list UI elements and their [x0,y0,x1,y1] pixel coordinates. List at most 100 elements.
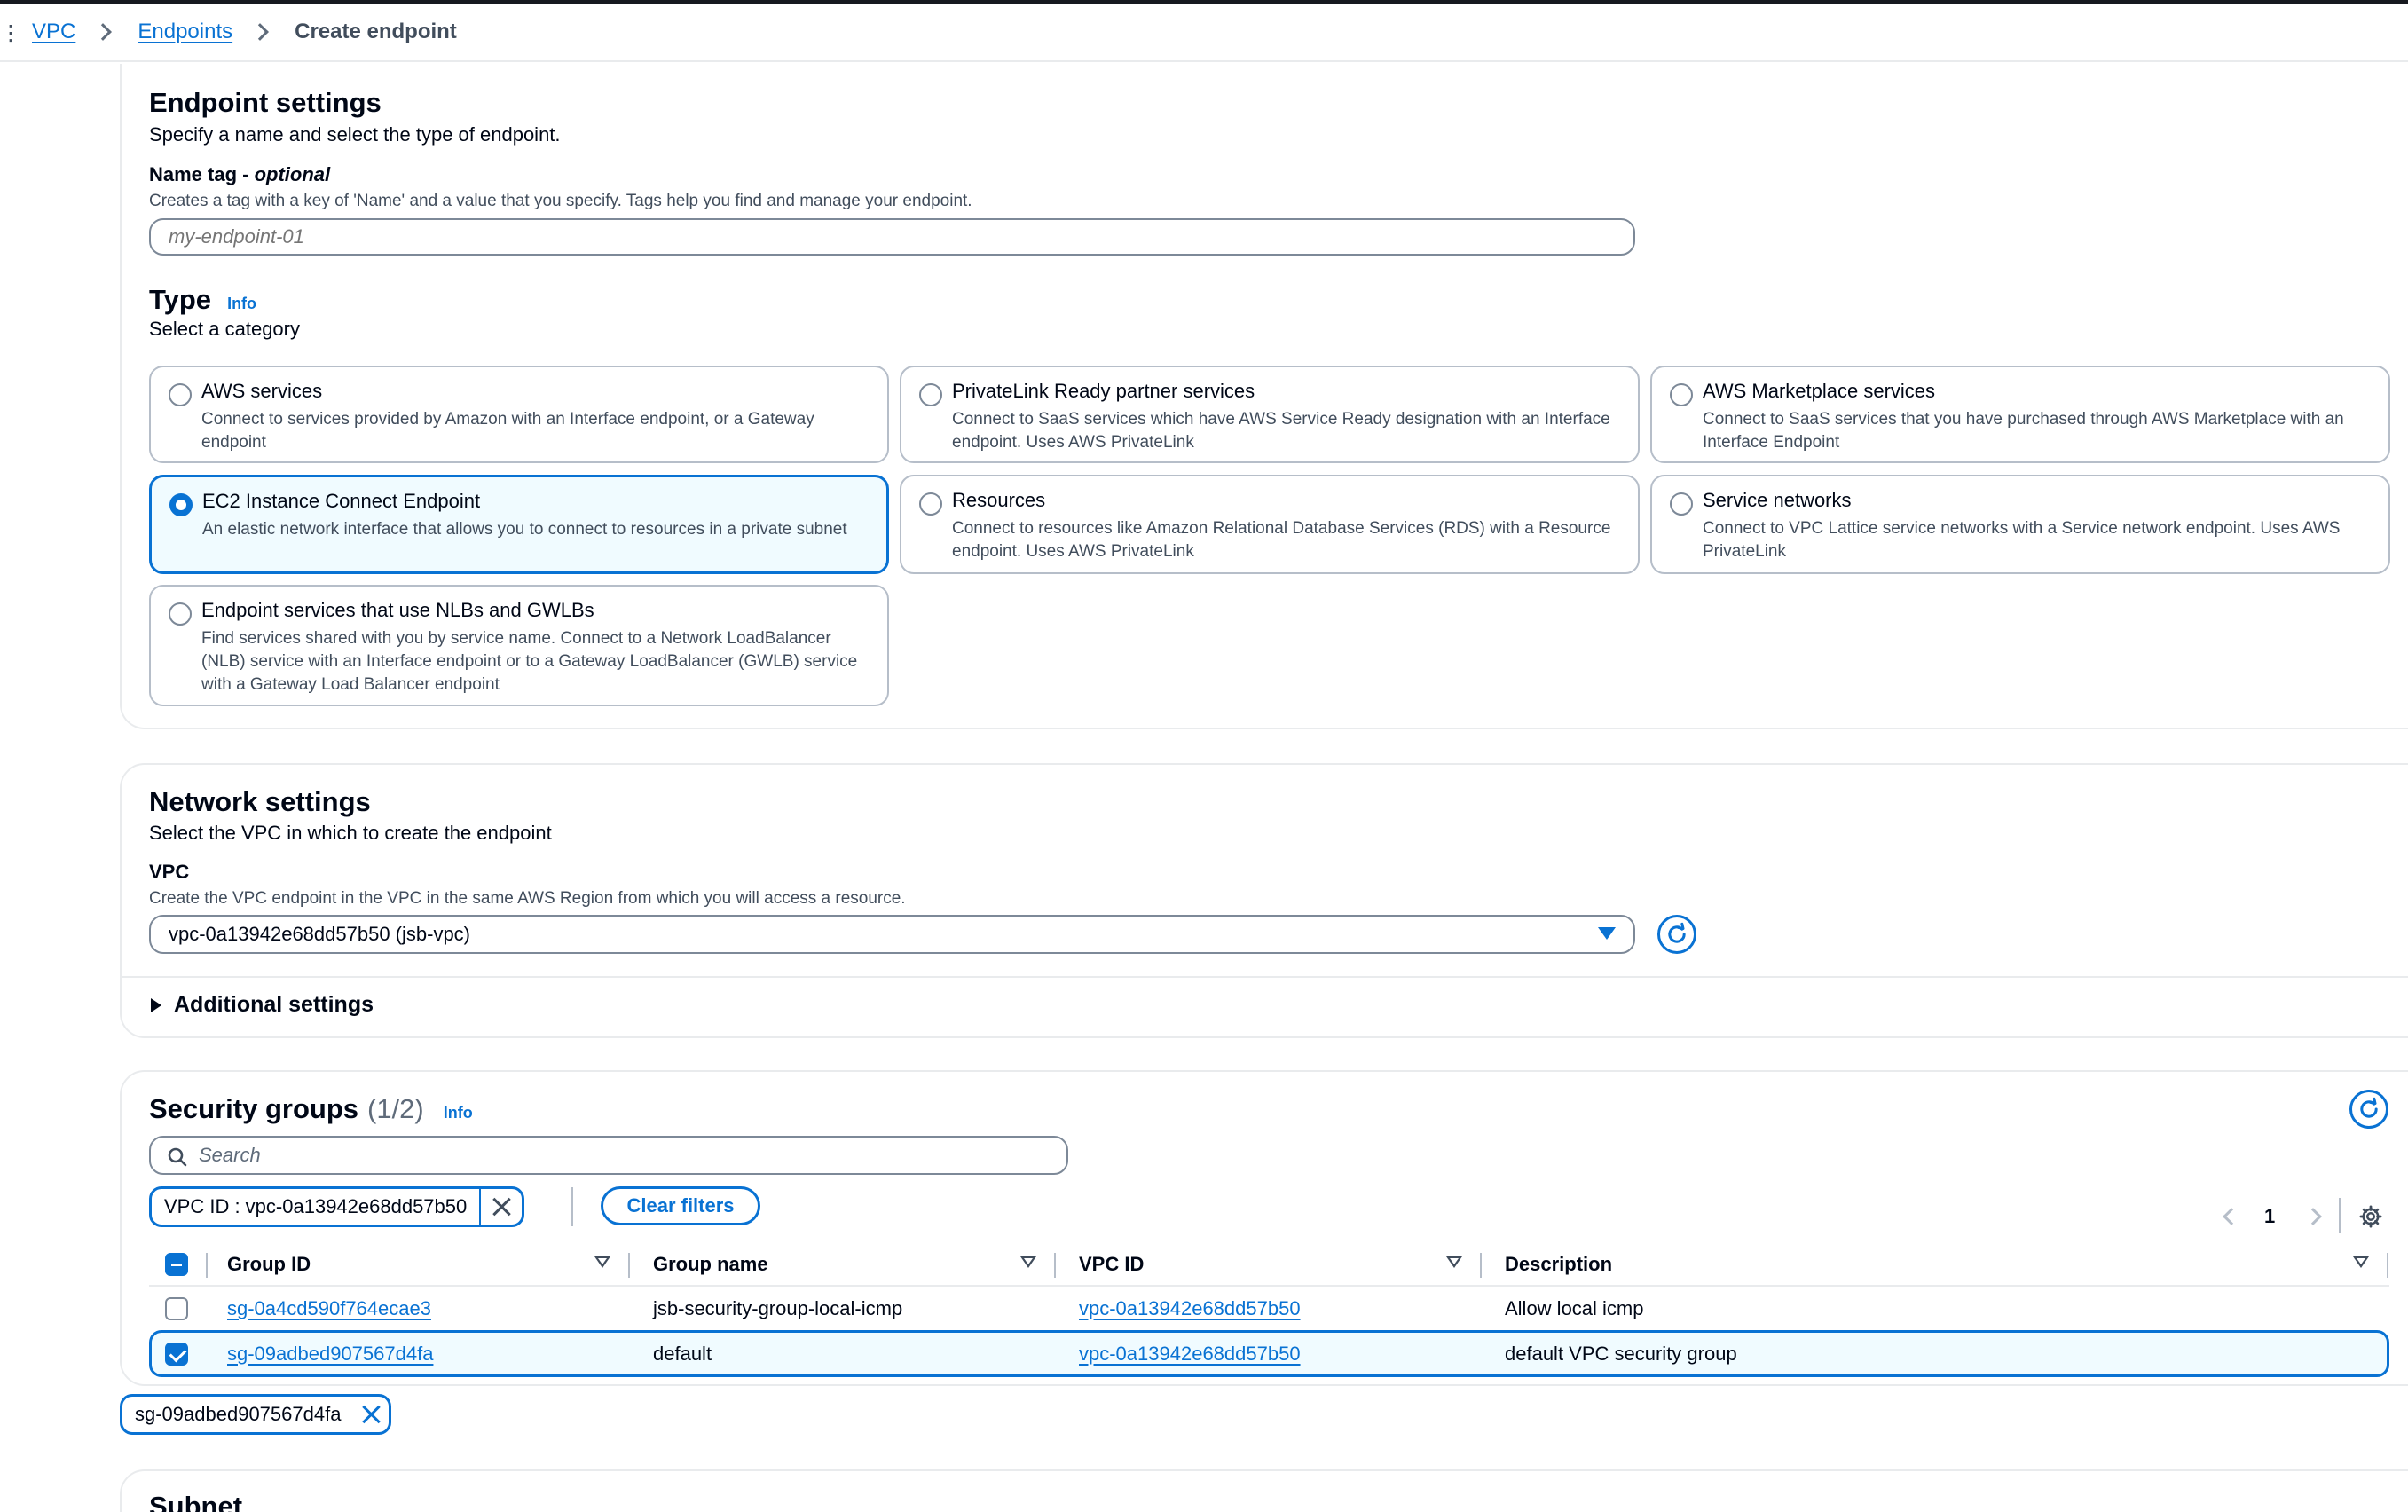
tile-title: AWS services [201,380,323,402]
column-separator [206,1253,208,1278]
description: default VPC security group [1505,1342,1737,1365]
type-option-ec2-instance-connect[interactable]: EC2 Instance Connect Endpoint An elastic… [149,475,889,574]
remove-selected-group-button[interactable] [353,1397,389,1432]
radio-button[interactable] [919,383,942,406]
type-subtitle: Select a category [149,318,300,340]
chevron-right-icon [251,23,270,41]
table-row[interactable]: sg-0a4cd590f764ecae3 jsb-security-group-… [149,1287,2389,1331]
network-settings-subtitle: Select the VPC in which to create the en… [149,822,552,844]
chevron-left-icon[interactable] [2223,1208,2240,1225]
search-icon [168,1147,187,1167]
row-checkbox-checked[interactable] [165,1343,188,1366]
column-separator [628,1253,630,1278]
sort-icon[interactable] [594,1256,610,1268]
vpc-id-filter-token: VPC ID : vpc-0a13942e68dd57b50 [149,1186,525,1227]
tile-description: An elastic network interface that allows… [202,520,847,539]
top-bar: ⋮ VPC Endpoints Create endpoint [0,0,2408,62]
chevron-right-icon[interactable] [2304,1208,2323,1225]
gear-icon[interactable] [2358,1204,2383,1229]
divider [571,1187,573,1226]
radio-button[interactable] [1670,492,1693,516]
selected-token-label: sg-09adbed907567d4fa [135,1403,342,1425]
security-groups-header: Security groups (1/2) Info [149,1093,473,1125]
vpc-select-value: vpc-0a13942e68dd57b50 (jsb-vpc) [169,923,471,945]
endpoint-settings-subtitle: Specify a name and select the type of en… [149,123,561,146]
group-id-link[interactable]: sg-09adbed907567d4fa [227,1333,433,1374]
additional-settings-label: Additional settings [174,992,374,1017]
vpc-id-link[interactable]: vpc-0a13942e68dd57b50 [1079,1333,1301,1374]
tile-title: EC2 Instance Connect Endpoint [202,490,481,512]
radio-button-selected[interactable] [169,493,193,516]
vpc-select[interactable]: vpc-0a13942e68dd57b50 (jsb-vpc) [149,915,1635,954]
tile-title: Service networks [1703,489,1852,511]
type-option-endpoint-services-nlb-gwlb[interactable]: Endpoint services that use NLBs and GWLB… [149,585,889,706]
tile-description: Connect to VPC Lattice service networks … [1703,519,2341,561]
description: Allow local icmp [1505,1297,1644,1319]
network-settings-title: Network settings [149,786,371,817]
type-label: Type [149,284,212,315]
name-tag-label-text: Name tag - [149,163,255,185]
group-name: default [653,1342,712,1365]
group-name: jsb-security-group-local-icmp [653,1297,903,1319]
radio-button[interactable] [919,492,942,516]
tile-description: Connect to services provided by Amazon w… [201,410,814,452]
tile-title: AWS Marketplace services [1703,380,1936,402]
security-groups-count: (1/2) [367,1093,424,1124]
subnet-panel [120,1469,2408,1512]
column-header-vpc-id[interactable]: VPC ID [1079,1244,1144,1285]
selected-security-group-token: sg-09adbed907567d4fa [120,1394,392,1435]
tile-title: Endpoint services that use NLBs and GWLB… [201,599,594,621]
sort-icon[interactable] [1020,1256,1036,1268]
name-tag-input[interactable] [149,218,1635,256]
type-info-link[interactable]: Info [227,295,256,313]
security-groups-refresh-button[interactable] [2349,1090,2388,1129]
type-option-aws-marketplace[interactable]: AWS Marketplace services Connect to SaaS… [1650,366,2390,463]
close-icon [361,1405,381,1424]
menu-icon[interactable]: ⋮ [0,23,21,44]
radio-button[interactable] [1670,383,1693,406]
radio-button[interactable] [169,383,192,406]
vpc-label: VPC [149,861,190,883]
type-option-aws-services[interactable]: AWS services Connect to services provide… [149,366,889,463]
search-placeholder: Search [199,1144,261,1166]
type-header: Type Info [149,284,256,316]
column-header-group-id[interactable]: Group ID [227,1244,311,1285]
refresh-icon [2360,1097,2378,1118]
divider [2339,1198,2341,1233]
security-groups-search-input[interactable]: Search [149,1136,1068,1175]
sort-icon[interactable] [2353,1256,2369,1268]
subnet-title: Subnet [149,1491,243,1512]
column-header-group-name[interactable]: Group name [653,1244,768,1285]
type-option-resources[interactable]: Resources Connect to resources like Amaz… [900,475,1640,574]
table-row-selected[interactable]: sg-09adbed907567d4fa default vpc-0a13942… [149,1330,2389,1377]
breadcrumb-vpc-link[interactable]: VPC [32,20,75,44]
remove-filter-button[interactable] [479,1189,522,1225]
vpc-id-link[interactable]: vpc-0a13942e68dd57b50 [1079,1287,1301,1331]
tile-description: Connect to SaaS services which have AWS … [952,410,1610,452]
type-option-privatelink-partner[interactable]: PrivateLink Ready partner services Conne… [900,366,1640,463]
security-groups-info-link[interactable]: Info [444,1104,473,1122]
tile-description: Find services shared with you by service… [201,629,858,694]
column-separator [2387,1253,2388,1278]
group-id-link[interactable]: sg-0a4cd590f764ecae3 [227,1287,431,1331]
name-tag-label: Name tag - optional [149,163,330,186]
divider [122,976,2408,978]
vpc-description: Create the VPC endpoint in the VPC in th… [149,889,906,908]
type-option-service-networks[interactable]: Service networks Connect to VPC Lattice … [1650,475,2390,574]
tile-title: PrivateLink Ready partner services [952,380,1255,402]
page-number[interactable]: 1 [2264,1205,2275,1228]
radio-button[interactable] [169,602,192,626]
endpoint-settings-title: Endpoint settings [149,87,382,118]
row-checkbox[interactable] [165,1297,188,1320]
vpc-refresh-button[interactable] [1657,915,1696,954]
column-separator [1054,1253,1056,1278]
select-all-checkbox[interactable] [165,1253,188,1276]
caret-down-icon [1598,927,1616,940]
breadcrumb-endpoints-link[interactable]: Endpoints [138,20,232,44]
column-header-description[interactable]: Description [1505,1244,1612,1285]
additional-settings-toggle[interactable]: Additional settings [151,992,374,1018]
clear-filters-button[interactable]: Clear filters [601,1186,760,1225]
sort-icon[interactable] [1446,1256,1462,1268]
name-tag-description: Creates a tag with a key of 'Name' and a… [149,192,972,210]
tile-description: Connect to resources like Amazon Relatio… [952,519,1611,561]
